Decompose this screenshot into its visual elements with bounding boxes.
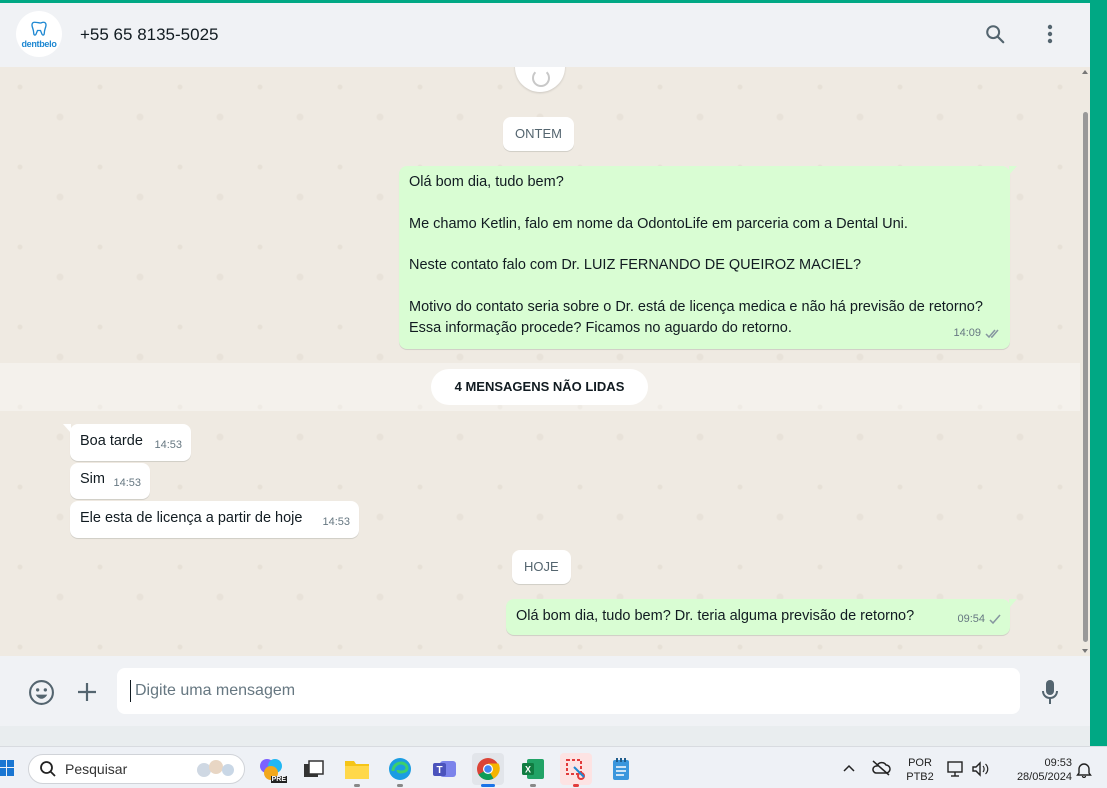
search-highlight-icon: [197, 760, 234, 777]
search-icon: [40, 761, 56, 777]
message-text: Ele esta de licença a partir de hoje: [80, 510, 303, 526]
date-divider-yesterday: ONTEM: [503, 117, 574, 151]
taskbar-search-label: Pesquisar: [65, 761, 128, 777]
taskbar-search-box[interactable]: Pesquisar: [28, 754, 245, 784]
message-composer: [0, 656, 1090, 726]
windows-start-icon[interactable]: [0, 759, 14, 777]
message-input[interactable]: [117, 668, 1020, 714]
message-time: 14:53: [322, 516, 350, 529]
single-check-icon: [989, 614, 1001, 625]
search-icon[interactable]: [982, 21, 1008, 47]
contact-name[interactable]: +55 65 8135-5025: [80, 25, 219, 45]
message-time: 14:09: [953, 327, 981, 340]
message-bubble-incoming[interactable]: Sim 14:53: [70, 463, 150, 499]
file-explorer-icon[interactable]: [341, 753, 373, 787]
clock-time: 09:53: [1044, 757, 1072, 769]
text-caret: [130, 680, 131, 702]
svg-text:T: T: [436, 765, 442, 776]
tooth-logo-icon: [31, 21, 47, 36]
bubble-tail: [1009, 599, 1017, 608]
kebab-menu-icon[interactable]: [1037, 21, 1063, 47]
notepad-icon[interactable]: [605, 753, 637, 785]
chat-scrollbar[interactable]: [1080, 67, 1090, 656]
bubble-tail: [63, 424, 71, 433]
input-language-indicator[interactable]: POR PTB2: [903, 756, 937, 784]
chevron-up-icon[interactable]: [843, 764, 855, 772]
message-time: 09:54: [957, 613, 985, 626]
running-indicator: [573, 784, 579, 787]
language-line1: POR: [908, 757, 932, 769]
plus-icon[interactable]: [73, 678, 101, 706]
message-text: Olá bom dia, tudo bem? Me chamo Ketlin, …: [409, 174, 983, 336]
teams-icon[interactable]: T: [429, 753, 461, 785]
date-divider-today: HOJE: [512, 550, 571, 584]
contact-avatar[interactable]: dentbelo: [16, 11, 62, 57]
chrome-browser-icon[interactable]: [472, 753, 504, 787]
message-bubble-outgoing[interactable]: Olá bom dia, tudo bem? Dr. teria alguma …: [506, 599, 1017, 635]
preview-badge: PRE: [270, 776, 287, 783]
clock-date: 28/05/2024: [1016, 771, 1072, 783]
microphone-icon[interactable]: [1036, 678, 1064, 706]
message-bubble-outgoing[interactable]: Olá bom dia, tudo bem? Me chamo Ketlin, …: [399, 166, 1017, 349]
app-right-accent: [1090, 0, 1107, 746]
chat-area[interactable]: ONTEM Olá bom dia, tudo bem? Me chamo Ke…: [0, 67, 1090, 656]
edge-browser-icon[interactable]: [384, 753, 416, 787]
double-check-icon: [985, 329, 999, 339]
message-time: 14:53: [113, 477, 141, 490]
unread-messages-banner: 4 MENSAGENS NÃO LIDAS: [431, 369, 648, 405]
svg-text:X: X: [525, 765, 531, 775]
running-indicator: [397, 784, 403, 787]
task-view-icon[interactable]: [298, 753, 330, 785]
running-indicator: [530, 784, 536, 787]
scroll-up-arrow-icon[interactable]: [1082, 70, 1088, 74]
message-bubble-incoming[interactable]: Ele esta de licença a partir de hoje 14:…: [70, 501, 359, 538]
message-meta: 14:53: [322, 512, 350, 533]
message-meta: 09:54: [957, 609, 1001, 630]
excel-icon[interactable]: X: [517, 753, 549, 787]
message-meta: 14:09: [953, 323, 1001, 344]
system-clock[interactable]: 09:53 28/05/2024: [1002, 756, 1072, 784]
running-indicator: [354, 784, 360, 787]
network-icon[interactable]: [947, 761, 965, 777]
scroll-thumb[interactable]: [1083, 112, 1088, 642]
message-time: 14:53: [154, 439, 182, 452]
snipping-tool-icon[interactable]: [560, 753, 592, 787]
volume-icon[interactable]: [971, 761, 989, 777]
message-meta: 14:53: [113, 473, 141, 494]
language-line2: PTB2: [906, 771, 934, 783]
message-bubble-incoming[interactable]: Boa tarde 14:53: [63, 424, 191, 461]
message-meta: 14:53: [154, 435, 182, 456]
active-indicator: [481, 784, 495, 787]
bubble-tail: [1009, 166, 1017, 175]
windows-taskbar: Pesquisar PRE T X POR PTB2 09:53 28/05/2…: [0, 746, 1107, 788]
cloud-offline-icon[interactable]: [871, 760, 891, 776]
copilot-preview-icon[interactable]: PRE: [255, 753, 287, 785]
notification-bell-icon[interactable]: [1076, 761, 1092, 778]
chat-header: dentbelo +55 65 8135-5025: [0, 3, 1090, 67]
avatar-brand-text: dentbelo: [21, 38, 57, 49]
emoji-icon[interactable]: [27, 678, 55, 706]
message-text: Olá bom dia, tudo bem? Dr. teria alguma …: [516, 608, 915, 624]
scroll-down-arrow-icon[interactable]: [1082, 649, 1088, 653]
